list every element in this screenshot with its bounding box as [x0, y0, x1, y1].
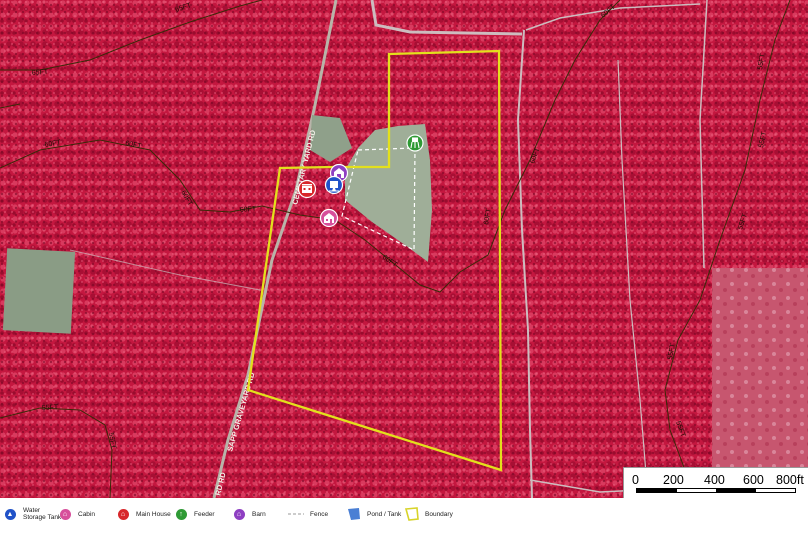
boundary-icon [405, 507, 419, 521]
scale-labels: 0 200 400 600 800ft [630, 473, 805, 487]
scale-tick-label: 200 [663, 473, 684, 487]
contour-label: 65FT [32, 69, 50, 77]
legend-item-boundary: Boundary [405, 507, 453, 521]
legend-item-main-house: ⌂ Main House [116, 507, 171, 521]
scale-bar-graphic [636, 488, 796, 493]
water-tank-icon: ▲ [4, 508, 16, 520]
legend-item-water-tank: ▲ Water Storage Tank [3, 507, 63, 521]
legend-label: Pond / Tank [367, 510, 402, 518]
feeder-marker[interactable] [406, 134, 424, 152]
small-clearing [2, 248, 76, 334]
map-legend: ▲ Water Storage Tank ⌂ Cabin ⌂ Main Hous… [0, 498, 808, 537]
legend-item-cabin: ⌂ Cabin [58, 507, 95, 521]
legend-label: Boundary [425, 510, 453, 518]
pond-icon [348, 508, 360, 520]
scale-bar: 0 200 400 600 800ft [623, 467, 808, 498]
main-house-marker[interactable] [297, 179, 317, 199]
forest-texture [0, 0, 808, 498]
cleared-plot [712, 268, 808, 468]
legend-label: Main House [136, 510, 171, 518]
scale-tick-label: 600 [743, 473, 764, 487]
legend-item-pond: Pond / Tank [347, 507, 401, 521]
house-icon: ⌂ [117, 508, 129, 520]
legend-item-feeder: ↑ Feeder [174, 507, 215, 521]
contour-label: 55FT [42, 404, 59, 412]
water-tank-marker[interactable] [324, 175, 344, 195]
contour-label: 60FT [240, 206, 258, 214]
house-icon [302, 184, 312, 193]
feeder-icon: ↑ [175, 508, 187, 520]
legend-item-fence: Fence [288, 507, 328, 521]
legend-label: Cabin [78, 510, 95, 518]
legend-label: Barn [252, 510, 266, 518]
scale-tick-label: 400 [704, 473, 725, 487]
legend-label: Fence [310, 510, 329, 518]
map-view[interactable]: 65FT 65FT 60FT 60FT 60FT 60FT 60FT 60FT … [0, 0, 808, 498]
fence-icon [288, 513, 304, 515]
scale-tick-label: 0 [632, 473, 639, 487]
legend-label: Feeder [194, 510, 215, 518]
aerial-map[interactable]: 65FT 65FT 60FT 60FT 60FT 60FT 60FT 60FT … [0, 0, 808, 498]
barn-icon: ⌂ [233, 508, 245, 520]
cabin-icon: ⌂ [59, 508, 71, 520]
cabin-marker[interactable] [319, 208, 339, 228]
scale-tick-label: 800ft [776, 473, 804, 487]
legend-label: Water Storage Tank [23, 507, 62, 521]
legend-item-barn: ⌂ Barn [232, 507, 266, 521]
